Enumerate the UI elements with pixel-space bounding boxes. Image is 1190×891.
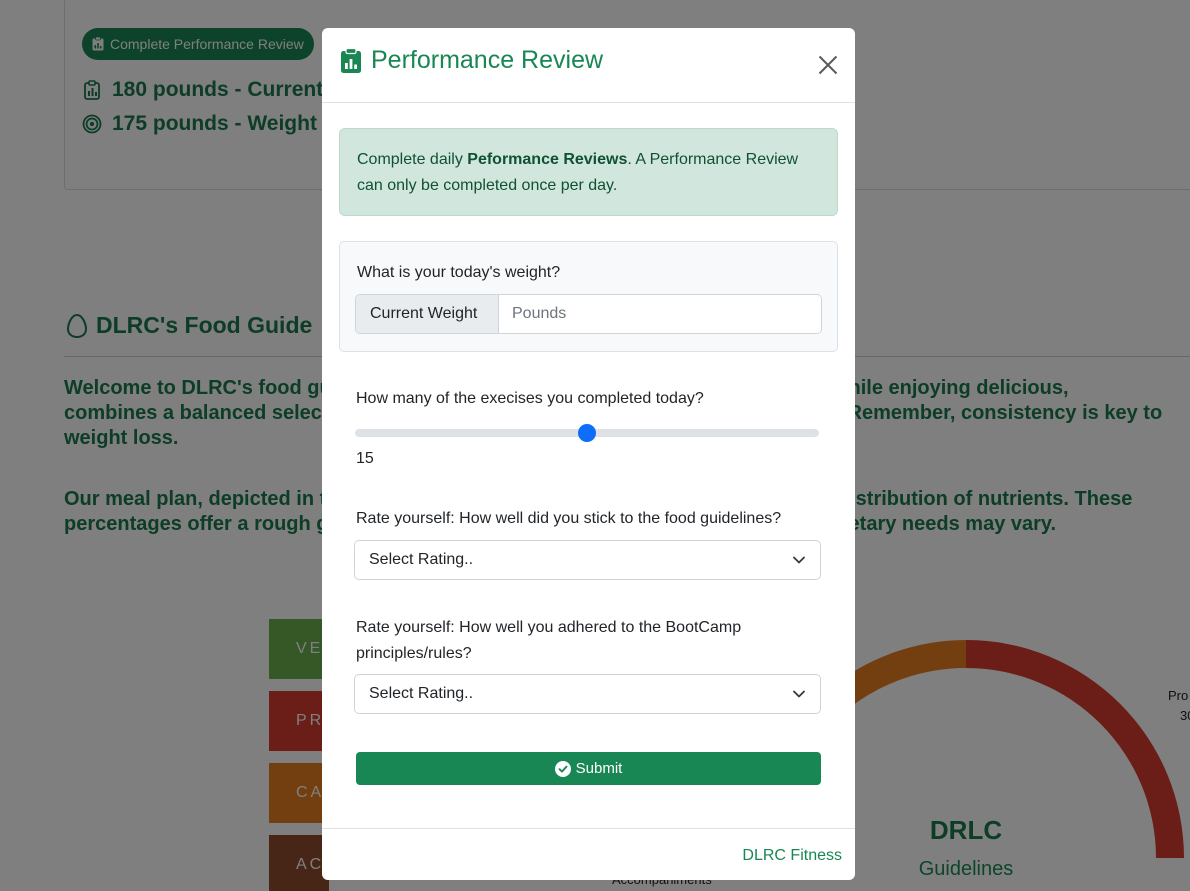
bootcamp-rating-question: Rate yourself: How well you adhered to t… [356, 619, 742, 662]
food-rating-selected: Select Rating.. [369, 551, 474, 568]
alert-bold-text: Peformance Reviews [467, 151, 628, 168]
modal-title-text: Performance Review [371, 46, 604, 74]
modal-footer: DLRC Fitness [322, 828, 855, 880]
bootcamp-rating-select[interactable]: Select Rating.. [354, 674, 821, 714]
weight-input[interactable] [499, 295, 821, 333]
clipboard-data-icon [341, 47, 361, 73]
dlrc-fitness-link[interactable]: DLRC Fitness [742, 847, 842, 865]
exercises-slider-thumb[interactable] [578, 424, 596, 442]
performance-review-modal: Performance Review Complete daily Peform… [322, 28, 855, 880]
bootcamp-rating-selected: Select Rating.. [369, 685, 474, 702]
modal-title: Performance Review [340, 46, 603, 75]
food-rating-question: Rate yourself: How well did you stick to… [356, 510, 782, 527]
exercises-question: How many of the execises you completed t… [356, 390, 704, 407]
weight-input-group: Current Weight [355, 294, 822, 334]
close-icon[interactable] [815, 52, 841, 78]
check-circle-icon [554, 760, 571, 777]
submit-button[interactable]: Submit [356, 752, 821, 785]
info-alert: Complete daily Peformance Reviews. A Per… [339, 128, 838, 216]
weight-question: What is your today's weight? [357, 264, 561, 281]
chevron-down-icon [793, 556, 805, 564]
submit-label: Submit [575, 760, 623, 777]
weight-section: What is your today's weight? Current Wei… [339, 241, 838, 352]
food-rating-select[interactable]: Select Rating.. [354, 540, 821, 580]
exercises-value: 15 [356, 450, 374, 467]
current-weight-addon: Current Weight [356, 295, 499, 333]
chevron-down-icon [793, 690, 805, 698]
modal-header: Performance Review [322, 28, 855, 103]
